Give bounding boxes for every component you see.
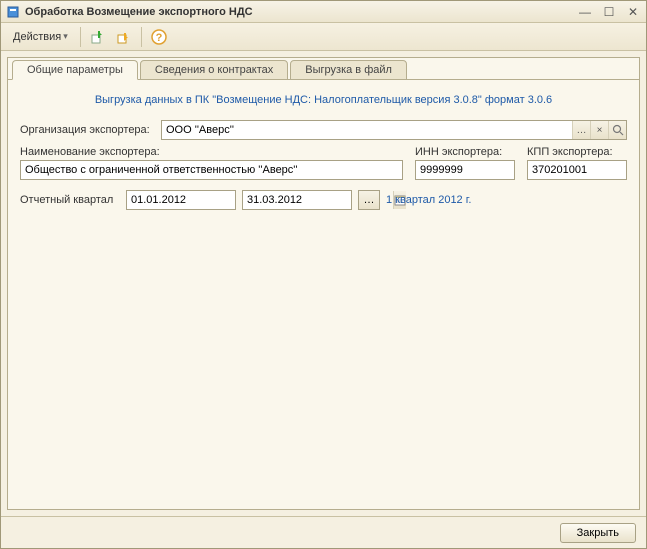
tab-contracts[interactable]: Сведения о контрактах (140, 60, 288, 80)
name-label: Наименование экспортера: (20, 146, 403, 158)
chevron-down-icon: ▾ (63, 31, 68, 42)
inn-label: ИНН экспортера: (415, 146, 515, 158)
titlebar: Обработка Возмещение экспортного НДС — ☐… (1, 1, 646, 23)
actions-label: Действия (13, 31, 61, 43)
app-icon (5, 4, 21, 20)
tabs: Общие параметры Сведения о контрактах Вы… (8, 57, 639, 79)
window-title: Обработка Возмещение экспортного НДС (25, 6, 576, 18)
kpp-label: КПП экспортера: (527, 146, 627, 158)
separator (141, 27, 142, 47)
org-input[interactable] (162, 121, 572, 139)
inn-field (415, 160, 515, 180)
quarter-label: Отчетный квартал (20, 194, 120, 206)
export-icon[interactable] (87, 26, 109, 48)
kpp-input[interactable] (528, 161, 647, 179)
name-input[interactable] (21, 161, 402, 179)
window-controls: — ☐ ✕ (576, 5, 642, 19)
actions-menu[interactable]: Действия ▾ (7, 29, 74, 45)
maximize-button[interactable]: ☐ (600, 5, 618, 19)
import-icon[interactable] (113, 26, 135, 48)
tab-body: Выгрузка данных в ПК "Возмещение НДС: На… (8, 79, 639, 509)
minimize-button[interactable]: — (576, 5, 594, 19)
separator (80, 27, 81, 47)
date-from-field (126, 190, 236, 210)
kpp-field (527, 160, 627, 180)
org-field: … × (161, 120, 627, 140)
window: Обработка Возмещение экспортного НДС — ☐… (0, 0, 647, 549)
period-picker-button[interactable]: … (358, 190, 380, 210)
svg-text:?: ? (155, 32, 162, 44)
ellipsis-button[interactable]: … (572, 121, 590, 139)
date-to-field (242, 190, 352, 210)
quarter-text: 1 квартал 2012 г. (386, 194, 471, 206)
close-button[interactable]: ✕ (624, 5, 642, 19)
headline: Выгрузка данных в ПК "Возмещение НДС: На… (20, 94, 627, 106)
tab-export[interactable]: Выгрузка в файл (290, 60, 407, 80)
footer: Закрыть (1, 516, 646, 548)
close-form-button[interactable]: Закрыть (560, 523, 636, 543)
name-field (20, 160, 403, 180)
tab-general[interactable]: Общие параметры (12, 60, 138, 80)
org-label: Организация экспортера: (20, 124, 155, 136)
content-pane: Общие параметры Сведения о контрактах Вы… (7, 57, 640, 510)
help-icon[interactable]: ? (148, 26, 170, 48)
clear-button[interactable]: × (590, 121, 608, 139)
toolbar: Действия ▾ ? (1, 23, 646, 51)
search-button[interactable] (608, 121, 626, 139)
